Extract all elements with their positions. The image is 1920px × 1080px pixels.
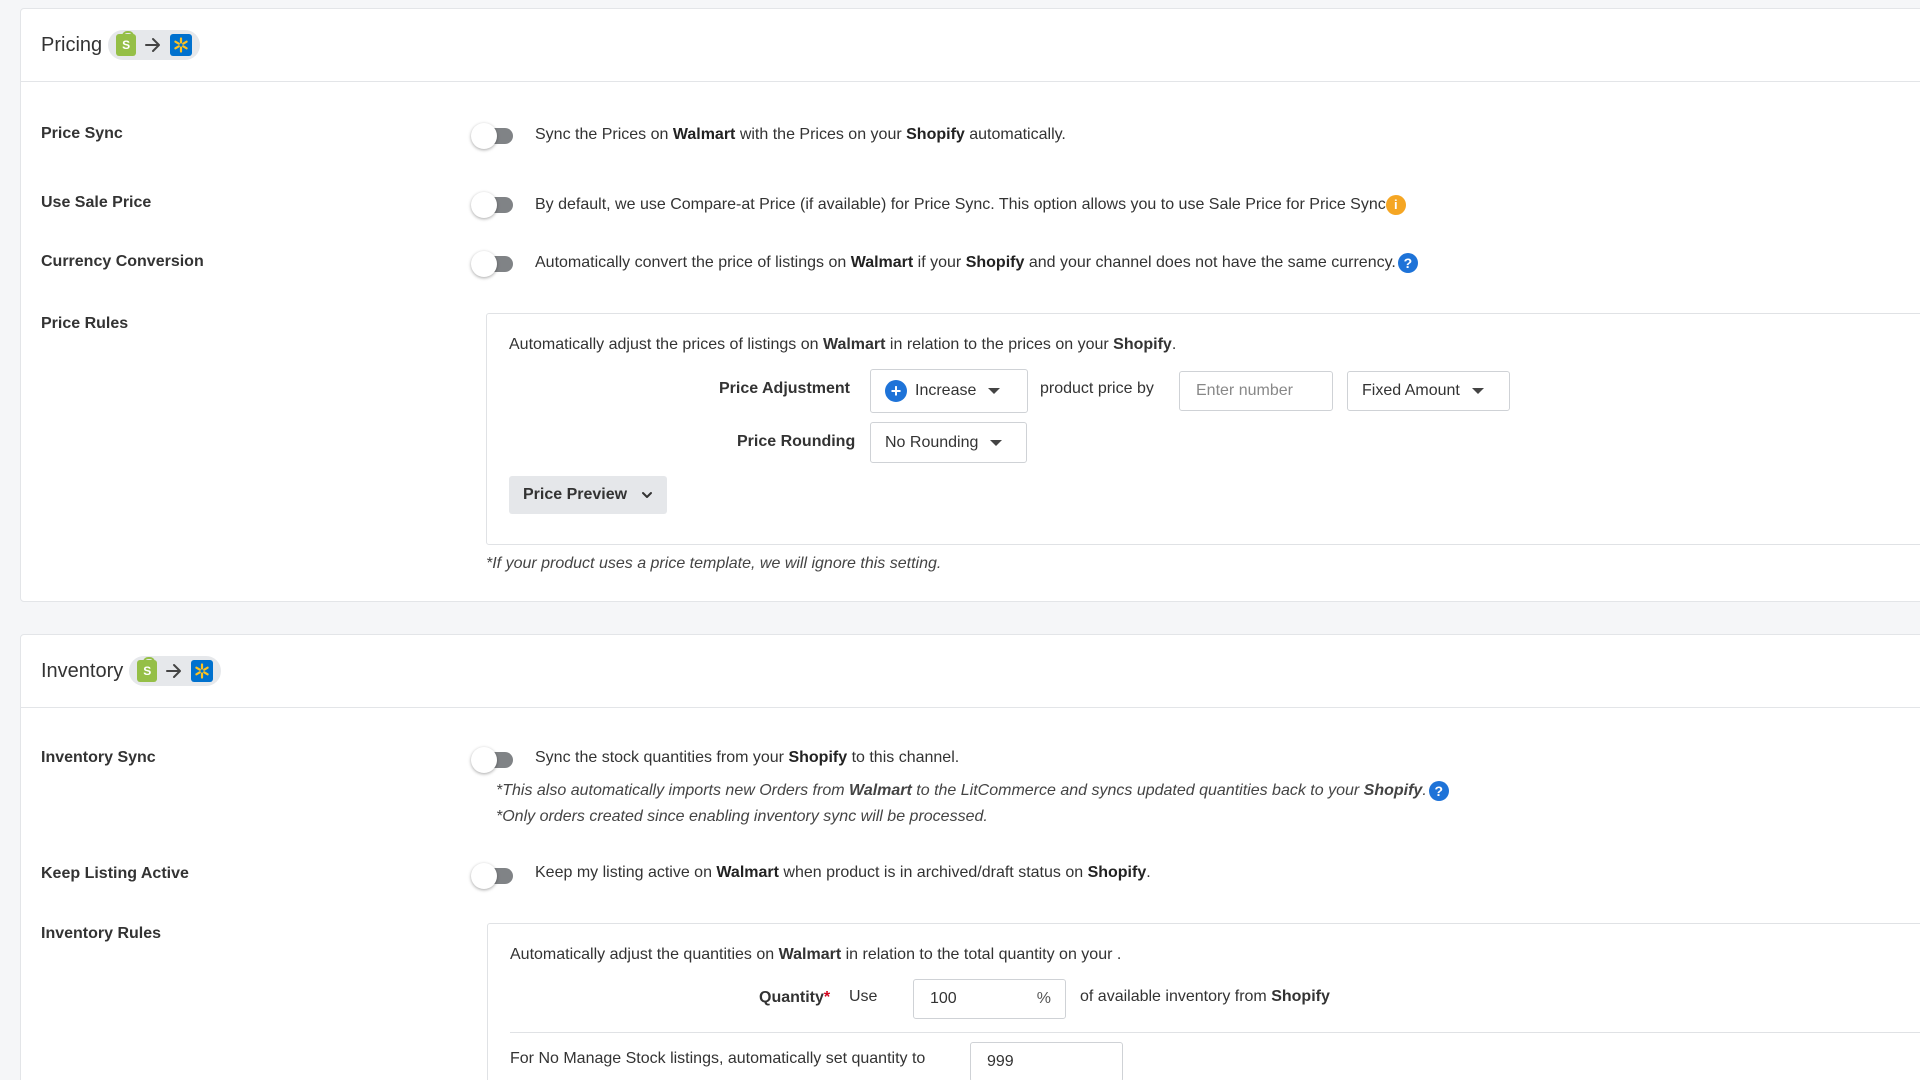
price-rules-box: Automatically adjust the prices of listi… (486, 313, 1920, 545)
price-preview-button[interactable]: Price Preview (509, 476, 668, 514)
inventory-card: Inventory S Inventory Sync Sync the stoc… (20, 634, 1920, 1080)
inventory-header: Inventory S (21, 635, 1920, 708)
no-manage-quantity-input[interactable]: 999 (970, 1042, 1123, 1080)
inventory-sync-label: Inventory Sync (41, 749, 156, 766)
price-adjustment-label: Price Adjustment (719, 380, 850, 397)
inventory-title: Inventory (41, 659, 124, 682)
help-icon[interactable]: ? (1397, 253, 1418, 273)
use-sale-price-description: By default, we use Compare-at Price (if … (535, 195, 1406, 215)
price-sync-label: Price Sync (41, 125, 123, 142)
quantity-percent-input[interactable]: 100 % (913, 979, 1066, 1019)
use-label: Use (849, 988, 878, 1005)
shopify-icon: S (137, 657, 158, 682)
currency-conversion-toggle[interactable] (471, 251, 517, 277)
inventory-sync-description: Sync the stock quantities from your Shop… (535, 749, 960, 766)
pricing-header: Pricing S (21, 9, 1920, 82)
keep-listing-active-description: Keep my listing active on Walmart when p… (535, 864, 1151, 881)
inventory-rules-intro: Automatically adjust the quantities on W… (510, 946, 1122, 963)
price-adjustment-value: Increase (915, 382, 977, 399)
currency-conversion-description: Automatically convert the price of listi… (535, 253, 1418, 273)
available-inventory-text: of available inventory from Shopify (1080, 988, 1330, 1005)
pricing-card: Pricing S Price Sync Sync the Prices on … (20, 8, 1920, 602)
caret-down-icon (988, 388, 1001, 394)
price-sync-description: Sync the Prices on Walmart with the Pric… (535, 126, 1066, 143)
shopify-icon: S (116, 31, 137, 56)
inventory-sync-note-processing: *Only orders created since enabling inve… (496, 808, 988, 825)
price-sync-toggle[interactable] (471, 123, 517, 149)
use-sale-price-label: Use Sale Price (41, 194, 152, 211)
inventory-rules-label: Inventory Rules (41, 925, 162, 942)
inventory-rules-box: Automatically adjust the quantities on W… (487, 923, 1920, 1080)
price-rounding-label: Price Rounding (737, 433, 856, 450)
arrow-right-icon (166, 664, 182, 678)
pricing-sync-direction: S (108, 30, 201, 60)
walmart-icon (191, 660, 214, 682)
inventory-sync-direction: S (129, 656, 222, 686)
product-price-by-text: product price by (1040, 380, 1154, 397)
price-rules-label: Price Rules (41, 315, 129, 332)
quantity-label: Quantity* (759, 989, 831, 1006)
arrow-right-icon (145, 38, 161, 52)
keep-listing-active-toggle[interactable] (471, 863, 517, 889)
currency-conversion-label: Currency Conversion (41, 253, 204, 270)
rules-divider (510, 1032, 1920, 1033)
price-rules-intro: Automatically adjust the prices of listi… (509, 336, 1177, 353)
price-rules-footnote: *If your product uses a price template, … (486, 555, 942, 572)
keep-listing-active-label: Keep Listing Active (41, 865, 189, 882)
use-sale-price-toggle[interactable] (471, 192, 517, 218)
help-icon[interactable]: ? (1428, 781, 1449, 801)
price-rounding-select[interactable]: No Rounding (870, 422, 1027, 463)
info-icon[interactable]: i (1385, 195, 1406, 215)
walmart-icon (170, 34, 193, 56)
inventory-sync-note-orders: *This also automatically imports new Ord… (496, 781, 1449, 801)
chevron-down-icon (642, 492, 653, 498)
plus-icon: + (885, 380, 907, 402)
amount-type-select[interactable]: Fixed Amount (1347, 371, 1510, 411)
caret-down-icon (990, 439, 1003, 446)
caret-down-icon (1471, 388, 1484, 394)
amount-type-value: Fixed Amount (1362, 382, 1460, 399)
inventory-sync-toggle[interactable] (471, 747, 517, 773)
price-adjustment-select[interactable]: + Increase (870, 369, 1028, 413)
no-manage-stock-text: For No Manage Stock listings, automatica… (510, 1050, 926, 1067)
pricing-title: Pricing (41, 33, 103, 56)
price-amount-input[interactable] (1179, 371, 1333, 411)
price-rounding-value: No Rounding (885, 433, 979, 451)
percent-sign: % (1036, 990, 1051, 1007)
